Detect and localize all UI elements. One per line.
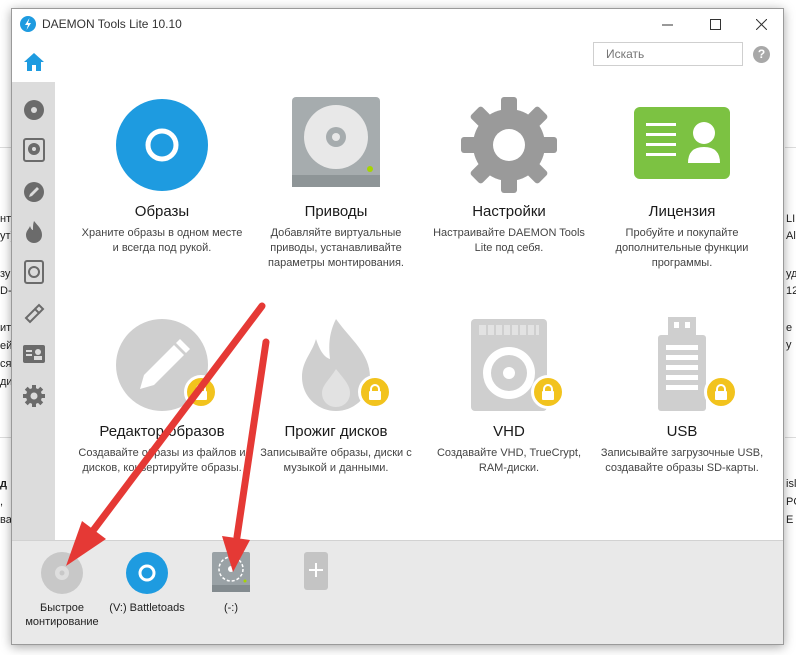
tile-title: Настройки (472, 203, 546, 220)
bg-divider (785, 437, 796, 438)
search-input[interactable] (593, 42, 743, 66)
disc-icon (23, 100, 44, 120)
maximize-button[interactable] (692, 9, 738, 40)
tile-title: Редактор образов (99, 423, 225, 440)
drive-icon (22, 138, 45, 162)
tile-title: VHD (493, 423, 525, 440)
tile-settings[interactable]: Настройки Настраивайте DAEMON Tools Lite… (425, 97, 593, 277)
images-icon (116, 99, 208, 191)
license-icon (22, 345, 45, 363)
hdd-icon (23, 260, 44, 284)
maximize-icon (709, 19, 721, 30)
tile-image-editor[interactable]: Редактор образов Создавайте образы из фа… (78, 317, 246, 497)
empty-drive-icon (212, 552, 250, 592)
tile-burn[interactable]: Прожиг дисков Записывайте образы, диски … (252, 317, 420, 497)
drive-empty[interactable]: (-:) (198, 551, 264, 615)
tile-drives[interactable]: Приводы Добавляйте виртуальные приводы, … (252, 97, 420, 277)
tile-images[interactable]: Образы Храните образы в одном месте и вс… (78, 97, 246, 277)
lock-icon (369, 384, 381, 400)
close-button[interactable] (738, 9, 784, 40)
sidebar-item-license[interactable] (12, 334, 55, 374)
drive-v-battletoads[interactable]: (V:) Battletoads (104, 551, 190, 615)
lock-icon (195, 384, 207, 400)
quick-mount-label: Быстрое монтирование (25, 602, 99, 628)
bg-text: LI (786, 213, 796, 225)
sidebar-item-editor[interactable] (12, 172, 55, 212)
bg-divider (0, 437, 11, 438)
tile-description: Создавайте образы из файлов и дисков, ко… (78, 447, 246, 474)
drive-label: (V:) Battletoads (109, 602, 185, 614)
window-title: DAEMON Tools Lite 10.10 (42, 17, 182, 31)
lock-icon (542, 384, 554, 400)
tile-vhd[interactable]: VHD Создавайте VHD, TrueCrypt, RAM-диски… (425, 317, 593, 497)
tile-title: Приводы (304, 203, 368, 220)
sidebar-item-vhd[interactable] (12, 252, 55, 292)
quick-mount-button[interactable]: Быстрое монтирование (18, 551, 106, 629)
sidebar-item-settings[interactable] (12, 376, 55, 416)
bg-text: isl (786, 478, 796, 490)
close-icon (755, 19, 767, 30)
tile-description: Создавайте VHD, TrueCrypt, RAM-диски. (436, 447, 582, 474)
bg-text: , (0, 496, 4, 508)
sidebar-item-home[interactable] (12, 42, 55, 82)
drive-panel: Быстрое монтирование (V:) Battletoads (-… (12, 540, 783, 644)
pencil-icon (23, 182, 44, 202)
sidebar-item-usb[interactable] (12, 294, 55, 334)
title-bar: DAEMON Tools Lite 10.10 (12, 9, 783, 40)
tile-license[interactable]: Лицензия Пробуйте и покупайте дополнител… (598, 97, 766, 277)
bg-text: нт (0, 213, 12, 225)
bg-text: D- (0, 285, 12, 297)
home-icon (23, 53, 44, 71)
drive-label: (-:) (223, 602, 239, 614)
tile-title: Образы (134, 203, 190, 220)
minimize-icon (661, 24, 673, 26)
sidebar (12, 42, 55, 540)
bg-text: ит (0, 322, 12, 334)
daemon-logo-icon (20, 16, 36, 32)
tile-title: Прожиг дисков (284, 423, 388, 440)
sidebar-item-burn[interactable] (12, 212, 55, 252)
drives-icon (292, 97, 380, 187)
usb-icon (24, 303, 44, 324)
minimize-button[interactable] (644, 9, 690, 40)
tile-title: USB (666, 423, 698, 440)
tile-description: Добавляйте виртуальные приводы, устанавл… (268, 227, 404, 269)
flame-icon (25, 221, 42, 243)
gear-icon (22, 385, 45, 407)
bg-text: Al (786, 230, 796, 242)
add-drive-button[interactable] (300, 551, 332, 591)
tile-description: Настраивайте DAEMON Tools Lite под себя. (433, 227, 585, 254)
bg-text: зу (0, 268, 11, 280)
tile-title: Лицензия (648, 203, 716, 220)
sidebar-item-images[interactable] (12, 90, 55, 130)
settings-icon (461, 97, 557, 193)
sidebar-item-drives[interactable] (12, 130, 55, 170)
tile-description: Записывайте образы, диски с музыкой и да… (260, 447, 412, 474)
bg-text: 12 (786, 285, 796, 297)
add-drive-icon (304, 552, 328, 590)
bg-text: PO (786, 496, 796, 508)
help-button[interactable]: ? (753, 46, 770, 63)
lock-badge (531, 375, 565, 409)
bg-divider (0, 147, 11, 148)
tile-description: Пробуйте и покупайте дополнительные функ… (615, 227, 749, 269)
tile-description: Храните образы в одном месте и всегда по… (81, 227, 243, 254)
bg-divider (785, 147, 796, 148)
lock-badge (358, 375, 392, 409)
bg-text: ся (0, 358, 12, 370)
bg-text: е у (786, 322, 793, 351)
bg-text: уд (786, 268, 796, 280)
lock-badge (704, 375, 738, 409)
tile-description: Записывайте загрузочные USB, создавайте … (600, 447, 764, 474)
lock-icon (715, 384, 727, 400)
quick-mount-icon (41, 552, 83, 594)
mounted-disc-icon (126, 552, 168, 594)
daemon-tools-window: DAEMON Tools Lite 10.10 ? (11, 8, 784, 645)
lock-badge (184, 375, 218, 409)
tile-usb[interactable]: USB Записывайте загрузочные USB, создава… (598, 317, 766, 497)
bg-text: д (0, 478, 7, 490)
license-card-icon (634, 107, 730, 179)
bg-text: E (786, 514, 794, 526)
